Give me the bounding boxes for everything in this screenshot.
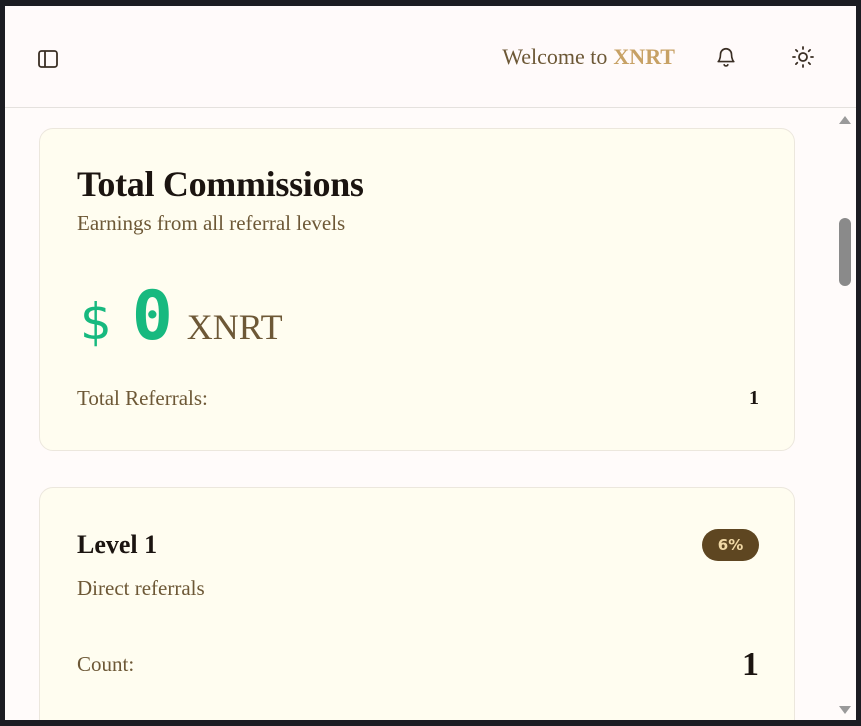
app-window: Welcome to XNRT Total Commissions Earnin… xyxy=(5,6,856,720)
level-1-card: Level 1 6% Direct referrals Count: 1 xyxy=(39,487,795,720)
scroll-thumb[interactable] xyxy=(839,218,851,286)
total-referrals-value: 1 xyxy=(749,387,759,409)
vertical-scrollbar[interactable] xyxy=(834,108,856,720)
sun-icon xyxy=(792,46,814,68)
total-referrals-label: Total Referrals: xyxy=(77,386,208,410)
scroll-up-arrow-icon[interactable] xyxy=(839,116,851,124)
sidebar-panel-icon xyxy=(38,50,58,68)
welcome-prefix: Welcome to xyxy=(502,44,608,69)
level-subtitle: Direct referrals xyxy=(77,576,205,600)
bell-icon xyxy=(717,48,735,67)
main-content: Total Commissions Earnings from all refe… xyxy=(5,108,834,720)
count-value: 1 xyxy=(742,646,759,683)
theme-toggle-button[interactable] xyxy=(788,42,818,72)
commission-amount: $ 0 XNRT xyxy=(80,277,283,356)
welcome-message: Welcome to XNRT xyxy=(502,42,675,72)
commission-rate-badge: 6% xyxy=(702,529,759,561)
scroll-down-arrow-icon[interactable] xyxy=(839,706,851,714)
card-title: Total Commissions xyxy=(77,164,364,204)
total-commissions-card: Total Commissions Earnings from all refe… xyxy=(39,128,795,451)
sidebar-toggle-button[interactable] xyxy=(33,44,63,74)
top-header: Welcome to XNRT xyxy=(5,6,856,108)
amount-value: 0 xyxy=(131,277,173,356)
count-label: Count: xyxy=(77,652,135,676)
notifications-button[interactable] xyxy=(711,42,741,72)
level-title: Level 1 xyxy=(77,530,158,559)
dollar-icon: $ xyxy=(80,293,112,351)
card-subtitle: Earnings from all referral levels xyxy=(77,211,346,235)
amount-unit: XNRT xyxy=(186,307,283,347)
brand-name: XNRT xyxy=(613,44,675,69)
